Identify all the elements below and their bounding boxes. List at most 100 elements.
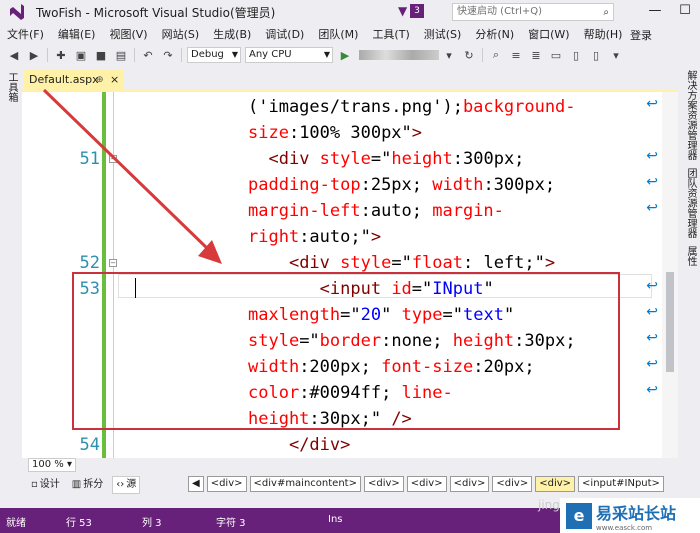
zoom-bar: 100 % ▾ bbox=[22, 458, 678, 472]
tab-solution-explorer[interactable]: 解决方案资源管理器 bbox=[683, 70, 698, 160]
source-view-button[interactable]: ‹› 源 bbox=[112, 476, 141, 494]
find-icon[interactable]: ⌕ bbox=[489, 48, 503, 62]
breadcrumb-item[interactable]: <div> bbox=[363, 476, 404, 492]
design-label: 设计 bbox=[39, 479, 60, 490]
breadcrumb-item[interactable]: <div> bbox=[406, 476, 447, 492]
breadcrumb-item[interactable]: <input#INput> bbox=[578, 476, 664, 492]
scrollbar-thumb[interactable] bbox=[666, 272, 674, 372]
collapse-icon[interactable]: − bbox=[109, 155, 117, 163]
page-icon[interactable]: ▯ bbox=[569, 48, 583, 62]
word-wrap-icon: ↩ bbox=[646, 200, 658, 216]
breadcrumb-item[interactable]: <div#maincontent> bbox=[249, 476, 361, 492]
open-file-icon[interactable]: ▣ bbox=[74, 48, 88, 62]
new-project-icon[interactable]: ✚ bbox=[54, 48, 68, 62]
configuration-dropdown[interactable]: Debug ▼ bbox=[187, 47, 241, 63]
code-token: padding-top bbox=[248, 175, 361, 195]
menu-website[interactable]: 网站(S) bbox=[155, 26, 207, 42]
close-icon[interactable]: × bbox=[110, 70, 119, 90]
back-icon[interactable]: ◀ bbox=[7, 48, 21, 62]
tab-label: Default.aspx bbox=[29, 73, 99, 86]
redo-icon[interactable]: ↷ bbox=[161, 48, 175, 62]
code-token: :300px; bbox=[483, 175, 556, 195]
vertical-scrollbar[interactable] bbox=[662, 92, 678, 458]
code-line[interactable]: 54 </div> bbox=[22, 432, 678, 458]
breadcrumb-item[interactable]: <div> bbox=[535, 476, 576, 492]
split-icon: ▥ bbox=[71, 479, 82, 490]
forward-icon[interactable]: ▶ bbox=[27, 48, 41, 62]
breadcrumb-item[interactable]: <div> bbox=[449, 476, 490, 492]
menu-analyze[interactable]: 分析(N) bbox=[468, 26, 521, 42]
window-controls: — ☐ bbox=[640, 0, 700, 24]
code-token: :auto;" bbox=[299, 227, 371, 247]
toolbar-options-icon[interactable]: ▾ bbox=[609, 48, 623, 62]
view-bar: ▫ 设计 ▥ 拆分 ‹› 源 ◀ <div> <div#maincontent> <d… bbox=[22, 472, 678, 498]
notification-badge[interactable]: 3 bbox=[410, 4, 424, 18]
save-icon[interactable]: ■ bbox=[94, 48, 108, 62]
feedback-flag-icon[interactable]: ▼ bbox=[398, 4, 407, 18]
code-line[interactable]: padding-top:25px; width:300px; bbox=[22, 172, 678, 198]
maximize-button[interactable]: ☐ bbox=[670, 0, 700, 24]
minimize-button[interactable]: — bbox=[640, 0, 670, 24]
crumb-left-arrow[interactable]: ◀ bbox=[188, 476, 204, 492]
breadcrumb-item[interactable]: <div> bbox=[492, 476, 533, 492]
word-wrap-icon: ↩ bbox=[646, 304, 658, 320]
code-line[interactable]: right:auto;"> bbox=[22, 224, 678, 250]
menu-edit[interactable]: 编辑(E) bbox=[51, 26, 103, 42]
tab-default-aspx[interactable]: Default.aspx ⊕ × bbox=[24, 70, 124, 90]
toolbar-separator bbox=[134, 48, 135, 62]
code-editor[interactable]: ('images/trans.png');background-size:100… bbox=[22, 90, 678, 458]
source-icon: ‹› bbox=[116, 479, 125, 490]
right-panel-tabs: 解决方案资源管理器 团队资源管理器 属性 bbox=[678, 66, 700, 506]
toolbox-panel-tab[interactable]: 工具箱 bbox=[0, 66, 22, 506]
status-char: 字符 3 bbox=[216, 518, 246, 529]
zoom-dropdown[interactable]: 100 % ▾ bbox=[28, 458, 76, 472]
tab-team-explorer[interactable]: 团队资源管理器 bbox=[683, 168, 698, 238]
menu-view[interactable]: 视图(V) bbox=[102, 26, 154, 42]
menu-debug[interactable]: 调试(D) bbox=[258, 26, 311, 42]
menu-window[interactable]: 窗口(W) bbox=[521, 26, 576, 42]
chevron-down-icon[interactable]: ▾ bbox=[442, 48, 456, 62]
code-text: </div> bbox=[248, 432, 350, 458]
code-token: ('images/trans.png'); bbox=[248, 97, 463, 117]
comment-icon[interactable]: ≡ bbox=[509, 48, 523, 62]
quick-launch-input[interactable]: 快速启动 (Ctrl+Q) ⌕ bbox=[452, 3, 614, 21]
word-wrap-glyphs: ↩ ↩ ↩ ↩ ↩ ↩ ↩ ↩ ↩ bbox=[646, 92, 662, 458]
menu-help[interactable]: 帮助(H) bbox=[577, 26, 630, 42]
watermark-site-name: 易采站长站 bbox=[596, 503, 677, 523]
document-tab-strip: Default.aspx ⊕ × bbox=[22, 70, 678, 90]
menu-build[interactable]: 生成(B) bbox=[206, 26, 258, 42]
chevron-down-icon: ▼ bbox=[323, 50, 330, 59]
code-token: :100% 300px" bbox=[288, 123, 412, 143]
code-token: =" bbox=[370, 149, 392, 169]
uncomment-icon[interactable]: ≣ bbox=[529, 48, 543, 62]
toolbar-separator bbox=[181, 48, 182, 62]
menu-team[interactable]: 团队(M) bbox=[311, 26, 365, 42]
breadcrumb-item[interactable]: <div> bbox=[206, 476, 247, 492]
menu-test[interactable]: 测试(S) bbox=[417, 26, 469, 42]
pin-icon[interactable]: ⊕ bbox=[96, 70, 104, 90]
code-token: style bbox=[319, 149, 371, 169]
save-all-icon[interactable]: ▤ bbox=[114, 48, 128, 62]
platform-dropdown[interactable]: Any CPU ▼ bbox=[245, 47, 333, 63]
menu-file[interactable]: 文件(F) bbox=[0, 26, 51, 42]
code-token: width bbox=[432, 175, 484, 195]
sign-in-link[interactable]: 登录 bbox=[630, 27, 652, 43]
undo-icon[interactable]: ↶ bbox=[141, 48, 155, 62]
code-line[interactable]: margin-left:auto; margin- bbox=[22, 198, 678, 224]
code-line[interactable]: size:100% 300px"> bbox=[22, 120, 678, 146]
start-debug-icon[interactable]: ▶ bbox=[338, 48, 352, 62]
design-view-button[interactable]: ▫ 设计 bbox=[28, 476, 63, 494]
visual-studio-logo-icon bbox=[6, 1, 28, 23]
refresh-icon[interactable]: ↻ bbox=[462, 48, 476, 62]
code-token: style bbox=[340, 253, 392, 273]
page-icon-2[interactable]: ▯ bbox=[589, 48, 603, 62]
menu-tools[interactable]: 工具(T) bbox=[365, 26, 416, 42]
code-line[interactable]: ('images/trans.png');background- bbox=[22, 94, 678, 120]
collapse-icon[interactable]: − bbox=[109, 259, 117, 267]
status-column: 列 3 bbox=[142, 518, 162, 529]
bookmark-icon[interactable]: ▭ bbox=[549, 48, 563, 62]
split-view-button[interactable]: ▥ 拆分 bbox=[69, 476, 106, 494]
code-line[interactable]: 51 <div style="height:300px; bbox=[22, 146, 678, 172]
tab-properties[interactable]: 属性 bbox=[683, 246, 698, 266]
